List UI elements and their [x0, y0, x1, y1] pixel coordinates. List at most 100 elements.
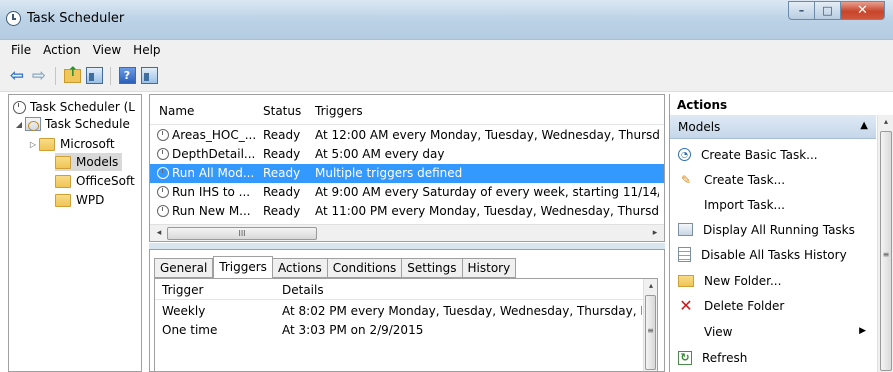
folder-icon [55, 155, 71, 169]
scroll-thumb[interactable]: ≡ [880, 131, 892, 371]
action-label: Create Basic Task... [701, 147, 818, 162]
menu-action[interactable]: Action [37, 43, 87, 57]
task-status: Ready [263, 204, 301, 218]
clock-icon [13, 100, 26, 114]
action-delete-folder[interactable]: ✕ Delete Folder [670, 293, 876, 318]
task-status: Ready [263, 185, 301, 199]
actions-section-header[interactable]: Models ▲ [670, 115, 876, 139]
tree-item-wpd[interactable]: WPD [55, 191, 104, 209]
horizontal-scrollbar[interactable]: ◂ III ▸ [150, 224, 664, 241]
tree-item-officesoft[interactable]: OfficeSoft [55, 172, 135, 190]
tab-triggers[interactable]: Triggers [213, 256, 273, 278]
scroll-thumb[interactable]: III [167, 227, 317, 240]
action-create-task[interactable]: ✎ Create Task... [670, 167, 876, 192]
task-name: Run All Mod... [172, 166, 255, 180]
tree-item-microsoft[interactable]: ▷ Microsoft [27, 135, 115, 153]
expand-icon[interactable]: ▷ [27, 140, 39, 149]
triggers-header: Trigger Details [155, 279, 645, 300]
back-icon[interactable]: ⇦ [8, 66, 26, 86]
trigger-details: At 8:02 PM every Monday, Tuesday, Wednes… [282, 304, 642, 318]
column-header-trigger[interactable]: Trigger [162, 283, 203, 297]
action-disable-history[interactable]: Disable All Tasks History [670, 242, 876, 267]
column-header-details[interactable]: Details [282, 283, 324, 297]
vertical-scrollbar[interactable]: ▴ ≡ [643, 279, 658, 371]
table-row[interactable]: Run All Mod... Ready Multiple triggers d… [150, 164, 664, 183]
column-header-status[interactable]: Status [263, 104, 301, 118]
console-tree-icon [85, 67, 103, 84]
tree-item-label: OfficeSoft [76, 174, 135, 188]
task-list-header: Name Status Triggers [150, 95, 664, 125]
help-icon: ? [118, 67, 136, 84]
clock-icon [157, 205, 169, 217]
tree-item-models[interactable]: Models [55, 153, 123, 171]
action-label: View [704, 324, 733, 339]
maximize-button[interactable]: □ [815, 1, 841, 20]
menu-file[interactable]: File [5, 43, 37, 57]
action-label: Create Task... [704, 172, 786, 187]
action-label: Display All Running Tasks [703, 222, 855, 237]
collapse-icon[interactable]: ▲ [860, 120, 868, 131]
actions-pane: Actions Models ▲ ◔ Create Basic Task... … [669, 94, 893, 372]
action-refresh[interactable]: ↻ Refresh [670, 345, 876, 370]
show-hide-action-pane-button[interactable] [140, 67, 158, 85]
action-create-basic-task[interactable]: ◔ Create Basic Task... [670, 142, 876, 167]
menu-view[interactable]: View [87, 43, 127, 57]
table-row[interactable]: Areas_HOC_... Ready At 12:00 AM every Mo… [150, 126, 664, 145]
tab-conditions[interactable]: Conditions [327, 258, 403, 278]
help-button[interactable]: ? [118, 67, 136, 85]
tab-actions[interactable]: Actions [272, 258, 328, 278]
up-folder-button[interactable] [63, 65, 81, 85]
table-row[interactable]: Run New M... Ready At 11:00 PM every Mon… [150, 202, 664, 221]
table-row[interactable]: DepthDetail... Ready At 5:00 AM every da… [150, 145, 664, 164]
column-header-triggers[interactable]: Triggers [315, 104, 363, 118]
action-pane-icon [140, 67, 158, 84]
minimize-button[interactable]: – [788, 1, 815, 20]
window-controls: – □ ✕ [788, 1, 885, 20]
tab-history[interactable]: History [462, 258, 517, 278]
title-bar: Task Scheduler – □ ✕ [0, 0, 893, 40]
action-label: Refresh [702, 350, 748, 365]
scroll-up-icon[interactable]: ▴ [878, 117, 893, 126]
toolbar: ⇦ ⇨ ? [0, 60, 893, 92]
scroll-up-icon[interactable]: ▴ [644, 281, 658, 290]
task-status: Ready [263, 166, 301, 180]
scroll-left-icon[interactable]: ◂ [153, 227, 165, 240]
show-hide-tree-button[interactable] [85, 67, 103, 85]
action-new-folder[interactable]: New Folder... [670, 268, 876, 293]
clock-icon [157, 148, 169, 160]
tree-item-root[interactable]: Task Scheduler (L [13, 98, 135, 116]
tree-item-label: Task Schedule [45, 117, 130, 131]
scroll-right-icon[interactable]: ▸ [649, 227, 661, 240]
action-import-task[interactable]: Import Task... [670, 192, 876, 217]
tab-settings[interactable]: Settings [402, 258, 463, 278]
clock-icon [157, 167, 169, 179]
action-label: Import Task... [704, 197, 785, 212]
table-row[interactable]: Weekly At 8:02 PM every Monday, Tuesday,… [155, 302, 645, 321]
menu-help[interactable]: Help [127, 43, 166, 57]
action-display-running-tasks[interactable]: Display All Running Tasks [670, 217, 876, 242]
expand-icon[interactable]: ◢ [13, 120, 25, 129]
tab-general[interactable]: General [154, 258, 214, 278]
task-list: Name Status Triggers Areas_HOC_... Ready… [149, 94, 665, 242]
forward-icon[interactable]: ⇨ [30, 66, 48, 86]
column-header-name[interactable]: Name [159, 104, 194, 118]
task-name: Run IHS to ... [172, 185, 251, 199]
folder-icon [55, 174, 71, 188]
wand-icon: ◔ [678, 148, 691, 161]
close-button[interactable]: ✕ [841, 1, 885, 20]
vertical-scrollbar[interactable]: ▴ ≡ [877, 115, 893, 372]
tree-item-label: Task Scheduler (L [30, 100, 135, 114]
folder-up-icon [63, 65, 81, 83]
task-triggers: At 9:00 AM every Saturday of every week,… [315, 185, 659, 199]
task-triggers: At 5:00 AM every day [315, 147, 445, 161]
import-icon [678, 197, 694, 213]
toolbar-separator [55, 66, 56, 85]
table-row[interactable]: One time At 3:03 PM on 2/9/2015 [155, 321, 645, 340]
window-title: Task Scheduler [27, 11, 125, 26]
scroll-thumb[interactable]: ≡ [645, 295, 656, 370]
table-row[interactable]: Run IHS to ... Ready At 9:00 AM every Sa… [150, 183, 664, 202]
menu-bar: File Action View Help [0, 40, 893, 60]
history-icon [678, 247, 691, 262]
tree-item-library[interactable]: ◢ Task Schedule [13, 115, 130, 133]
action-view[interactable]: View ▶ [670, 319, 876, 344]
